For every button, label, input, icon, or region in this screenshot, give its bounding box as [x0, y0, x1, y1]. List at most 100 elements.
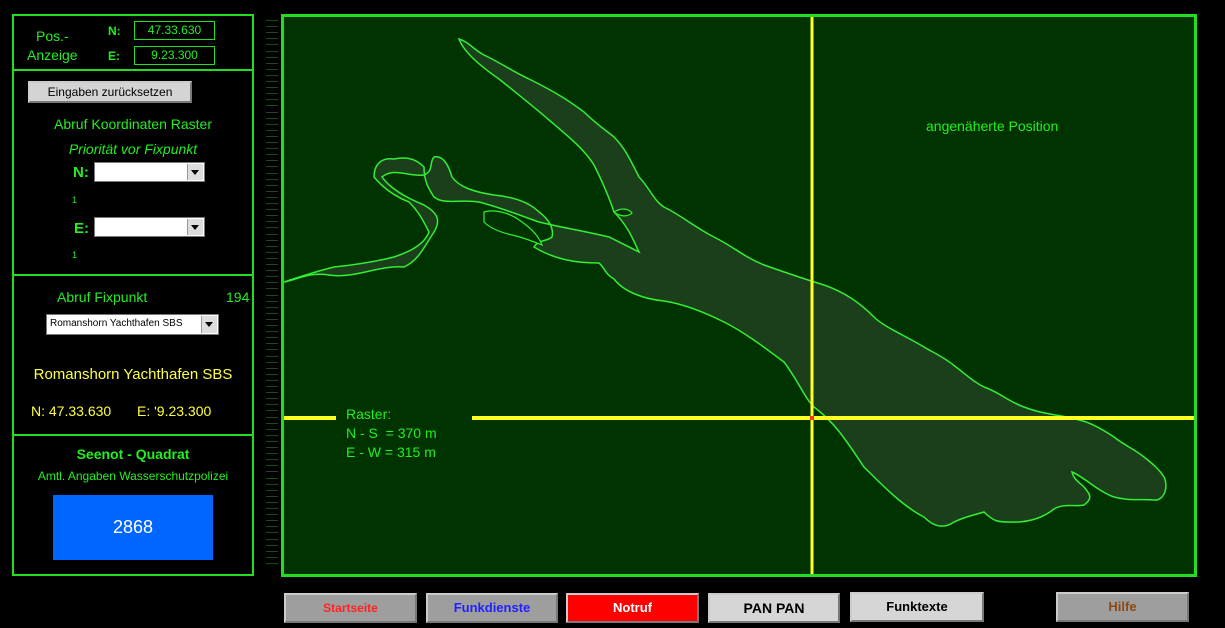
scale-tick	[266, 74, 278, 76]
fixpoint-panel: Abruf Fixpunkt 194 Romanshorn Yachthafen…	[12, 274, 254, 436]
scale-tick	[266, 184, 278, 186]
approx-position-label: angenäherte Position	[926, 118, 1059, 134]
grid-e-label: E:	[74, 220, 89, 237]
scale-tick	[266, 300, 278, 302]
scale-tick	[266, 294, 278, 296]
raster-ns: N - S = 370 m	[346, 425, 437, 441]
scale-tick	[266, 508, 278, 509]
scale-tick	[266, 81, 278, 82]
scale-tick	[266, 489, 278, 491]
fixpoint-n-coord: N: 47.33.630	[31, 403, 112, 419]
scale-tick	[266, 20, 278, 21]
notruf-button[interactable]: Notruf	[566, 593, 699, 623]
scale-tick	[266, 257, 278, 259]
scale-tick	[266, 190, 278, 192]
lake-map	[284, 17, 1194, 574]
scale-tick	[266, 556, 278, 558]
scale-tick	[266, 471, 278, 473]
raster-title: Raster:	[346, 406, 392, 422]
scale-tick	[266, 398, 278, 400]
scale-tick	[266, 93, 278, 95]
scale-tick	[266, 416, 278, 418]
scale-tick	[266, 172, 278, 174]
grid-coordinates-panel: Eingaben zurücksetzen Abruf Koordinaten …	[12, 69, 254, 276]
scale-tick	[266, 453, 278, 455]
scale-tick	[266, 447, 278, 448]
scale-tick	[266, 392, 278, 394]
grid-n-select[interactable]	[94, 162, 205, 182]
funkdienste-button[interactable]: Funkdienste	[426, 593, 558, 623]
startseite-button[interactable]: Startseite	[284, 593, 417, 623]
scale-tick	[266, 550, 278, 552]
scale-tick	[266, 62, 278, 64]
scale-tick	[266, 520, 278, 522]
scale-tick	[266, 373, 278, 375]
scale-tick	[266, 325, 278, 326]
scale-tick	[266, 26, 278, 28]
scale-tick	[266, 56, 278, 58]
reset-inputs-button[interactable]: Eingaben zurücksetzen	[28, 81, 192, 103]
scale-tick	[266, 215, 278, 217]
grid-e-select[interactable]	[94, 217, 205, 237]
scale-tick	[266, 160, 278, 162]
scale-tick	[266, 50, 278, 52]
fixpoint-count: 194	[226, 289, 250, 305]
fixpoint-name: Romanshorn Yachthafen SBS	[33, 366, 233, 383]
scale-tick	[266, 483, 278, 485]
scale-tick	[266, 87, 278, 89]
scale-tick	[266, 562, 278, 564]
scale-tick	[266, 495, 278, 497]
pos-e-value: 9.23.300	[134, 46, 215, 65]
scale-tick	[266, 544, 278, 546]
grid-subtitle: Priorität vor Fixpunkt	[68, 141, 198, 157]
map-scale-strip	[264, 14, 280, 576]
chevron-down-icon[interactable]	[201, 316, 217, 333]
chevron-down-icon[interactable]	[187, 219, 203, 235]
scale-tick	[266, 111, 278, 113]
scale-tick	[266, 288, 278, 290]
scale-tick	[266, 331, 278, 333]
scale-tick	[266, 32, 278, 34]
scale-tick	[266, 465, 278, 467]
position-marker	[810, 416, 814, 420]
fixpoint-e-coord: E: '9.23.300	[137, 403, 212, 419]
scale-tick	[266, 410, 278, 412]
scale-tick	[266, 166, 278, 168]
grid-n-label: N:	[73, 164, 89, 181]
scale-tick	[266, 270, 278, 272]
scale-tick	[266, 459, 278, 461]
scale-tick	[266, 251, 278, 253]
scale-tick	[266, 404, 278, 406]
scale-tick	[266, 355, 278, 357]
pos-e-label: E:	[108, 49, 120, 63]
scale-tick	[266, 245, 278, 247]
scale-tick	[266, 221, 278, 223]
scale-tick	[266, 203, 278, 204]
scale-tick	[266, 227, 278, 229]
scale-tick	[266, 477, 278, 479]
chevron-down-icon[interactable]	[187, 164, 203, 180]
scale-tick	[266, 422, 278, 424]
scale-tick	[266, 129, 278, 131]
seenot-panel: Seenot - Quadrat Amtl. Angaben Wassersch…	[12, 434, 254, 576]
hilfe-button[interactable]: Hilfe	[1056, 592, 1189, 622]
scale-tick	[266, 312, 278, 314]
scale-tick	[266, 367, 278, 369]
scale-tick	[266, 501, 278, 503]
panpan-button[interactable]: PAN PAN	[708, 593, 840, 623]
scale-tick	[266, 239, 278, 241]
funktexte-button[interactable]: Funktexte	[850, 592, 984, 622]
map-panel: angenäherte Position Raster: N - S = 370…	[281, 14, 1197, 577]
fixpoint-select[interactable]: Romanshorn Yachthafen SBS	[46, 314, 219, 335]
grid-e-count: 1	[72, 250, 78, 260]
scale-tick	[266, 154, 278, 156]
scale-tick	[266, 349, 278, 351]
grid-title: Abruf Koordinaten Raster	[54, 116, 212, 132]
position-panel: Pos.- Anzeige N: 47.33.630 E: 9.23.300	[12, 14, 254, 71]
seenot-quadrant-box: 2868	[53, 495, 213, 560]
scale-tick	[266, 233, 278, 235]
scale-tick	[266, 318, 278, 320]
raster-ew: E - W = 315 m	[346, 444, 436, 460]
scale-tick	[266, 178, 278, 180]
fixpoint-select-value: Romanshorn Yachthafen SBS	[50, 318, 183, 329]
